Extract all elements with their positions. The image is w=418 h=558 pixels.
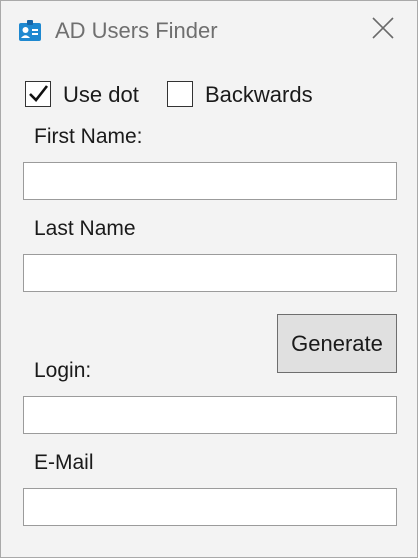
title-bar[interactable]: AD Users Finder — [1, 1, 417, 59]
use-dot-label[interactable]: Use dot — [63, 81, 139, 109]
email-input[interactable] — [23, 488, 397, 526]
first-name-input[interactable] — [23, 162, 397, 200]
last-name-input[interactable] — [23, 254, 397, 292]
login-label: Login: — [34, 359, 92, 382]
backwards-checkbox[interactable] — [167, 81, 193, 107]
last-name-label: Last Name — [34, 217, 136, 240]
generate-button[interactable]: Generate — [277, 314, 397, 373]
email-label: E-Mail — [34, 451, 94, 474]
close-icon — [372, 16, 394, 44]
contact-card-icon — [17, 18, 43, 44]
login-input[interactable] — [23, 396, 397, 434]
use-dot-checkbox[interactable] — [25, 81, 51, 107]
close-button[interactable] — [357, 9, 409, 51]
backwards-label[interactable]: Backwards — [205, 81, 313, 109]
window-title: AD Users Finder — [55, 18, 218, 43]
app-window: AD Users Finder Use dot Backwards First … — [0, 0, 418, 558]
first-name-label: First Name: — [34, 125, 143, 148]
